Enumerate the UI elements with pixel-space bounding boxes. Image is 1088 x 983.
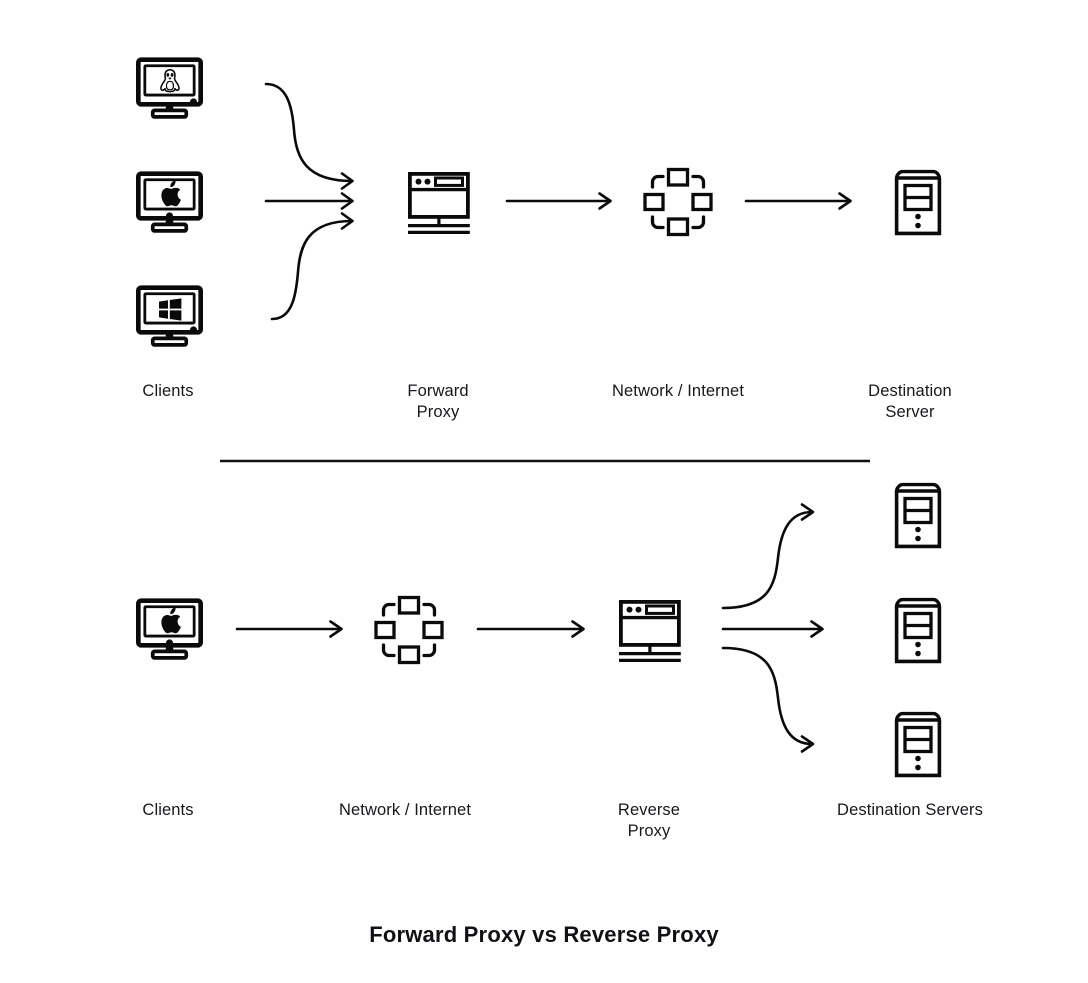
network-cloud-icon (374, 595, 444, 665)
label-destination-server: Destination Server (868, 382, 952, 421)
apple-logo-glyph (161, 180, 181, 207)
proxy-comparison-diagram: Clients Forward Proxy Network / Internet… (0, 0, 1088, 983)
linux-penguin-glyph (160, 68, 180, 93)
connector-clients-to-network (235, 620, 343, 638)
label-network-bottom: Network / Internet (338, 801, 472, 819)
diagram-title: Forward Proxy vs Reverse Proxy (369, 922, 719, 947)
connector-network-to-destination-server (744, 192, 852, 210)
connector-clients-to-forward-proxy (264, 82, 354, 321)
apple-monitor-icon (138, 601, 200, 658)
label-clients-bottom: Clients (142, 801, 194, 819)
apple-monitor-icon (138, 174, 200, 231)
label-clients-top: Clients (142, 382, 194, 400)
windows-monitor-icon (138, 288, 200, 345)
proxy-server-icon (618, 599, 681, 663)
connector-reverse-proxy-to-servers (721, 503, 824, 753)
diagram-canvas (0, 0, 942, 778)
label-destination-servers: Destination Servers (837, 801, 983, 819)
server-tower-icon (894, 597, 942, 664)
connector-forward-proxy-to-network (505, 192, 612, 210)
connector-network-to-reverse-proxy (476, 620, 585, 638)
linux-monitor-icon (138, 60, 200, 117)
windows-logo-glyph (159, 298, 182, 321)
server-tower-icon (894, 482, 942, 549)
label-reverse-proxy: Reverse Proxy (617, 801, 681, 840)
label-forward-proxy: Forward Proxy (407, 382, 469, 421)
network-cloud-icon (643, 167, 713, 237)
apple-logo-glyph (161, 607, 181, 634)
proxy-server-icon (407, 171, 470, 235)
label-network-top: Network / Internet (611, 382, 745, 400)
server-tower-icon (894, 169, 942, 236)
server-tower-icon (894, 711, 942, 778)
